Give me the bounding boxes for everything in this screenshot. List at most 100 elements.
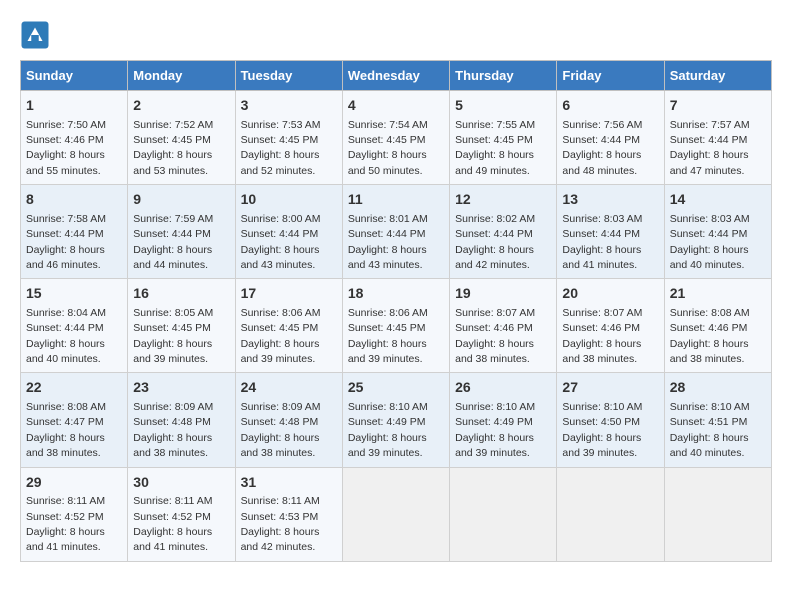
day-number: 10 [241, 190, 337, 210]
day-sunset: Sunset: 4:49 PM [455, 416, 533, 428]
day-sunrise: Sunrise: 8:06 AM [241, 307, 321, 319]
day-number: 30 [133, 473, 229, 493]
day-sunrise: Sunrise: 8:09 AM [133, 401, 213, 413]
calendar-cell: 25 Sunrise: 8:10 AM Sunset: 4:49 PM Dayl… [342, 373, 449, 467]
logo-icon [20, 20, 50, 50]
day-daylight: Daylight: 8 hours and 52 minutes. [241, 149, 320, 176]
day-sunset: Sunset: 4:45 PM [348, 134, 426, 146]
calendar-cell: 11 Sunrise: 8:01 AM Sunset: 4:44 PM Dayl… [342, 185, 449, 279]
calendar-cell: 8 Sunrise: 7:58 AM Sunset: 4:44 PM Dayli… [21, 185, 128, 279]
day-sunrise: Sunrise: 8:07 AM [455, 307, 535, 319]
day-sunrise: Sunrise: 8:10 AM [670, 401, 750, 413]
day-daylight: Daylight: 8 hours and 40 minutes. [670, 244, 749, 271]
calendar-cell [557, 467, 664, 561]
day-daylight: Daylight: 8 hours and 41 minutes. [133, 526, 212, 553]
day-number: 20 [562, 284, 658, 304]
day-number: 21 [670, 284, 766, 304]
day-daylight: Daylight: 8 hours and 39 minutes. [562, 432, 641, 459]
day-sunrise: Sunrise: 7:54 AM [348, 119, 428, 131]
day-number: 1 [26, 96, 122, 116]
day-number: 14 [670, 190, 766, 210]
calendar-week-3: 15 Sunrise: 8:04 AM Sunset: 4:44 PM Dayl… [21, 279, 772, 373]
day-daylight: Daylight: 8 hours and 39 minutes. [455, 432, 534, 459]
calendar-week-4: 22 Sunrise: 8:08 AM Sunset: 4:47 PM Dayl… [21, 373, 772, 467]
day-sunset: Sunset: 4:45 PM [455, 134, 533, 146]
day-sunset: Sunset: 4:44 PM [670, 134, 748, 146]
day-number: 29 [26, 473, 122, 493]
day-number: 22 [26, 378, 122, 398]
calendar-table: SundayMondayTuesdayWednesdayThursdayFrid… [20, 60, 772, 562]
day-number: 2 [133, 96, 229, 116]
day-sunset: Sunset: 4:46 PM [26, 134, 104, 146]
day-sunrise: Sunrise: 8:01 AM [348, 213, 428, 225]
day-daylight: Daylight: 8 hours and 49 minutes. [455, 149, 534, 176]
day-daylight: Daylight: 8 hours and 38 minutes. [133, 432, 212, 459]
day-number: 25 [348, 378, 444, 398]
day-daylight: Daylight: 8 hours and 41 minutes. [562, 244, 641, 271]
day-sunset: Sunset: 4:48 PM [133, 416, 211, 428]
day-sunrise: Sunrise: 8:07 AM [562, 307, 642, 319]
day-number: 23 [133, 378, 229, 398]
day-sunrise: Sunrise: 8:08 AM [26, 401, 106, 413]
calendar-cell: 26 Sunrise: 8:10 AM Sunset: 4:49 PM Dayl… [450, 373, 557, 467]
day-daylight: Daylight: 8 hours and 38 minutes. [455, 338, 534, 365]
day-number: 9 [133, 190, 229, 210]
day-sunset: Sunset: 4:44 PM [133, 228, 211, 240]
day-daylight: Daylight: 8 hours and 50 minutes. [348, 149, 427, 176]
day-sunset: Sunset: 4:44 PM [241, 228, 319, 240]
day-number: 7 [670, 96, 766, 116]
day-sunset: Sunset: 4:51 PM [670, 416, 748, 428]
calendar-cell: 16 Sunrise: 8:05 AM Sunset: 4:45 PM Dayl… [128, 279, 235, 373]
calendar-cell: 31 Sunrise: 8:11 AM Sunset: 4:53 PM Dayl… [235, 467, 342, 561]
calendar-cell: 6 Sunrise: 7:56 AM Sunset: 4:44 PM Dayli… [557, 91, 664, 185]
calendar-cell: 23 Sunrise: 8:09 AM Sunset: 4:48 PM Dayl… [128, 373, 235, 467]
calendar-cell: 21 Sunrise: 8:08 AM Sunset: 4:46 PM Dayl… [664, 279, 771, 373]
day-daylight: Daylight: 8 hours and 42 minutes. [241, 526, 320, 553]
day-sunset: Sunset: 4:50 PM [562, 416, 640, 428]
calendar-cell: 27 Sunrise: 8:10 AM Sunset: 4:50 PM Dayl… [557, 373, 664, 467]
calendar-cell: 9 Sunrise: 7:59 AM Sunset: 4:44 PM Dayli… [128, 185, 235, 279]
day-daylight: Daylight: 8 hours and 41 minutes. [26, 526, 105, 553]
day-sunset: Sunset: 4:47 PM [26, 416, 104, 428]
calendar-cell [342, 467, 449, 561]
day-sunrise: Sunrise: 8:03 AM [670, 213, 750, 225]
day-daylight: Daylight: 8 hours and 39 minutes. [348, 432, 427, 459]
day-number: 17 [241, 284, 337, 304]
calendar-cell: 18 Sunrise: 8:06 AM Sunset: 4:45 PM Dayl… [342, 279, 449, 373]
day-daylight: Daylight: 8 hours and 53 minutes. [133, 149, 212, 176]
calendar-cell: 4 Sunrise: 7:54 AM Sunset: 4:45 PM Dayli… [342, 91, 449, 185]
day-header-sunday: Sunday [21, 61, 128, 91]
day-header-monday: Monday [128, 61, 235, 91]
day-number: 24 [241, 378, 337, 398]
day-sunset: Sunset: 4:45 PM [133, 322, 211, 334]
day-number: 3 [241, 96, 337, 116]
calendar-cell: 30 Sunrise: 8:11 AM Sunset: 4:52 PM Dayl… [128, 467, 235, 561]
day-sunrise: Sunrise: 8:09 AM [241, 401, 321, 413]
day-number: 8 [26, 190, 122, 210]
day-sunrise: Sunrise: 8:11 AM [133, 495, 212, 507]
day-number: 18 [348, 284, 444, 304]
day-daylight: Daylight: 8 hours and 38 minutes. [562, 338, 641, 365]
day-sunset: Sunset: 4:45 PM [348, 322, 426, 334]
day-number: 11 [348, 190, 444, 210]
calendar-cell: 7 Sunrise: 7:57 AM Sunset: 4:44 PM Dayli… [664, 91, 771, 185]
day-number: 13 [562, 190, 658, 210]
day-daylight: Daylight: 8 hours and 39 minutes. [348, 338, 427, 365]
day-sunrise: Sunrise: 7:50 AM [26, 119, 106, 131]
day-sunset: Sunset: 4:44 PM [562, 228, 640, 240]
calendar-cell: 17 Sunrise: 8:06 AM Sunset: 4:45 PM Dayl… [235, 279, 342, 373]
page-header [20, 20, 772, 50]
calendar-cell: 2 Sunrise: 7:52 AM Sunset: 4:45 PM Dayli… [128, 91, 235, 185]
calendar-cell: 19 Sunrise: 8:07 AM Sunset: 4:46 PM Dayl… [450, 279, 557, 373]
day-sunset: Sunset: 4:45 PM [241, 134, 319, 146]
calendar-week-2: 8 Sunrise: 7:58 AM Sunset: 4:44 PM Dayli… [21, 185, 772, 279]
day-daylight: Daylight: 8 hours and 39 minutes. [241, 338, 320, 365]
day-sunrise: Sunrise: 7:53 AM [241, 119, 321, 131]
day-sunset: Sunset: 4:44 PM [348, 228, 426, 240]
day-daylight: Daylight: 8 hours and 42 minutes. [455, 244, 534, 271]
day-number: 6 [562, 96, 658, 116]
day-sunset: Sunset: 4:46 PM [455, 322, 533, 334]
day-sunset: Sunset: 4:49 PM [348, 416, 426, 428]
day-daylight: Daylight: 8 hours and 40 minutes. [670, 432, 749, 459]
calendar-cell: 24 Sunrise: 8:09 AM Sunset: 4:48 PM Dayl… [235, 373, 342, 467]
